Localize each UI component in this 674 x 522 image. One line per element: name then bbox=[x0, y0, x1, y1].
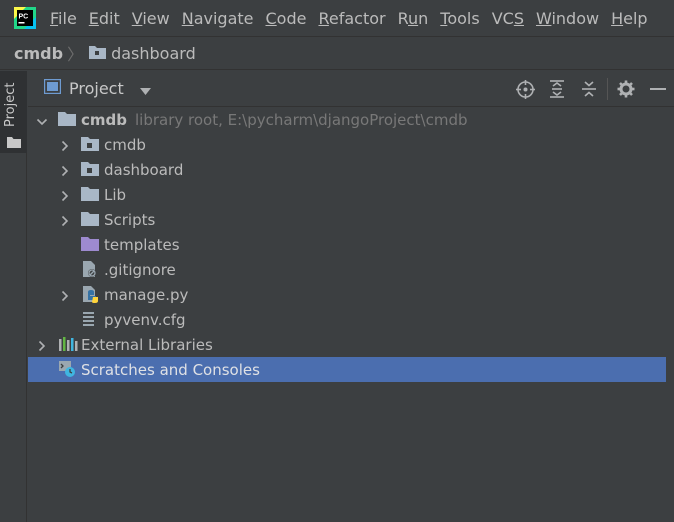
menu-item[interactable]: Run bbox=[398, 9, 429, 28]
expand-all-button[interactable] bbox=[541, 71, 573, 107]
tool-window-header: Project bbox=[28, 71, 674, 107]
tree-row-manage-py[interactable]: manage.py bbox=[28, 282, 666, 307]
tree-row-scratches[interactable]: Scratches and Consoles bbox=[28, 357, 666, 382]
tree-item-label: dashboard bbox=[104, 160, 184, 179]
expand-all-icon bbox=[550, 80, 564, 98]
breadcrumb-root[interactable]: cmdb bbox=[14, 44, 63, 63]
folder-icon bbox=[81, 186, 99, 204]
menu-item[interactable]: View bbox=[132, 9, 170, 28]
tree-row-lib[interactable]: Lib bbox=[28, 182, 666, 207]
tree-item-label: pyvenv.cfg bbox=[104, 310, 186, 329]
menu-item[interactable]: VCS bbox=[492, 9, 524, 28]
collapse-all-button[interactable] bbox=[573, 71, 605, 107]
chevron-right-icon[interactable] bbox=[59, 288, 71, 302]
tree-item-label: Scratches and Consoles bbox=[81, 360, 260, 379]
svg-text:PC: PC bbox=[19, 14, 29, 21]
tree-row-root[interactable]: cmdb library root, E:\pycharm\djangoProje… bbox=[28, 107, 666, 132]
chevron-right-icon[interactable] bbox=[59, 188, 71, 202]
folder-icon bbox=[7, 133, 21, 152]
tree-item-label: Scripts bbox=[104, 210, 156, 229]
locate-file-button[interactable] bbox=[509, 71, 541, 107]
project-view-icon bbox=[43, 78, 62, 98]
gear-icon bbox=[617, 80, 635, 98]
chevron-down-icon[interactable] bbox=[36, 114, 48, 126]
root-name: cmdb bbox=[81, 110, 127, 129]
pycharm-logo-icon: PC bbox=[14, 7, 36, 29]
tree-item-label: manage.py bbox=[104, 285, 189, 304]
breadcrumb: cmdb 〉 dashboard bbox=[0, 36, 674, 70]
python-file-icon bbox=[81, 285, 99, 303]
settings-button[interactable] bbox=[610, 71, 642, 107]
project-tree[interactable]: cmdb library root, E:\pycharm\djangoProje… bbox=[28, 107, 674, 522]
minimize-icon bbox=[650, 88, 666, 90]
templates-folder-icon bbox=[81, 236, 99, 254]
tree-item-label: .gitignore bbox=[104, 260, 176, 279]
tool-window-title[interactable]: Project bbox=[69, 79, 124, 98]
menu-item[interactable]: Tools bbox=[440, 9, 479, 28]
left-tool-stripe: Project bbox=[0, 71, 27, 522]
menu-item[interactable]: Edit bbox=[89, 9, 120, 28]
tree-row-pyvenv-cfg[interactable]: pyvenv.cfg bbox=[28, 307, 666, 332]
package-folder-icon bbox=[81, 161, 99, 179]
menu-item[interactable]: Help bbox=[611, 9, 647, 28]
chevron-down-icon[interactable] bbox=[139, 80, 151, 99]
menu-item[interactable]: Refactor bbox=[318, 9, 385, 28]
tree-item-label: External Libraries bbox=[81, 335, 213, 354]
tree-row-gitignore[interactable]: .gitignore bbox=[28, 257, 666, 282]
crosshair-icon bbox=[515, 79, 535, 99]
menu-item[interactable]: Window bbox=[536, 9, 599, 28]
tree-row-cmdb[interactable]: cmdb bbox=[28, 132, 666, 157]
hide-button[interactable] bbox=[642, 71, 674, 107]
chevron-right-icon[interactable] bbox=[59, 213, 71, 227]
collapse-all-icon bbox=[582, 81, 596, 97]
text-file-icon bbox=[81, 311, 99, 329]
breadcrumb-folder[interactable]: dashboard bbox=[111, 44, 196, 63]
ignore-file-icon bbox=[81, 260, 99, 278]
tree-row-templates[interactable]: templates bbox=[28, 232, 666, 257]
tree-row-external-libraries[interactable]: External Libraries bbox=[28, 332, 666, 357]
tree-item-label: cmdb bbox=[104, 135, 146, 154]
tree-item-label: templates bbox=[104, 235, 180, 254]
toolbar-divider bbox=[607, 78, 608, 100]
tree-row-scripts[interactable]: Scripts bbox=[28, 207, 666, 232]
folder-icon bbox=[89, 44, 107, 63]
tree-item-label: Lib bbox=[104, 185, 127, 204]
menu-bar: PC File Edit View Navigate Code Refactor Run To… bbox=[0, 0, 674, 36]
menu-item[interactable]: File bbox=[50, 9, 77, 28]
chevron-right-icon[interactable] bbox=[59, 138, 71, 152]
folder-icon bbox=[58, 111, 76, 129]
root-hint: library root, E:\pycharm\djangoProject\c… bbox=[135, 110, 468, 129]
breadcrumb-separator: 〉 bbox=[67, 45, 84, 64]
chevron-right-icon[interactable] bbox=[36, 338, 48, 352]
folder-icon bbox=[81, 211, 99, 229]
project-stripe-tab[interactable]: Project bbox=[0, 71, 27, 153]
menu-item[interactable]: Code bbox=[266, 9, 307, 28]
menu-item[interactable]: Navigate bbox=[182, 9, 254, 28]
chevron-right-icon[interactable] bbox=[59, 163, 71, 177]
stripe-label: Project bbox=[3, 82, 18, 127]
library-icon bbox=[58, 336, 78, 354]
package-folder-icon bbox=[81, 136, 99, 154]
tree-row-dashboard[interactable]: dashboard bbox=[28, 157, 666, 182]
scratches-icon bbox=[58, 360, 76, 378]
